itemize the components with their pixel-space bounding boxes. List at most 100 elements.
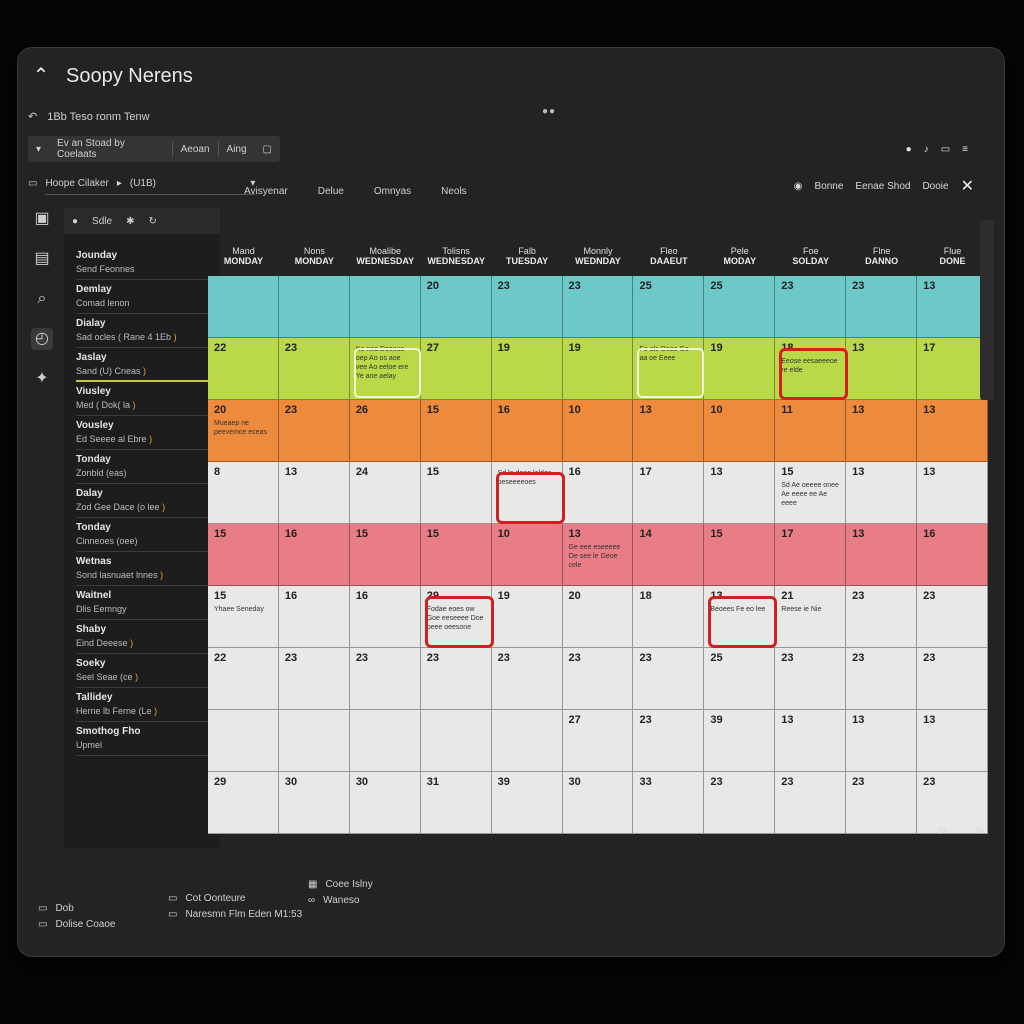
sidebar-item[interactable]: Tonday Zonbld (eas) bbox=[76, 450, 216, 484]
toolbar-item-1[interactable]: Aeoan bbox=[173, 144, 218, 155]
footer-item[interactable]: Dolise Coaoe bbox=[55, 919, 115, 930]
calendar-cell[interactable] bbox=[349, 276, 421, 338]
calendar-cell[interactable]: 23 bbox=[775, 648, 847, 710]
calendar-cell[interactable]: 13 bbox=[846, 338, 918, 400]
message-icon[interactable]: ▤ bbox=[31, 248, 53, 270]
calendar-cell[interactable]: 23 bbox=[704, 772, 776, 834]
event-note[interactable]: Mueaep ne peevemce eceas bbox=[214, 419, 272, 437]
tab-1[interactable]: Delue bbox=[318, 186, 344, 197]
calendar-cell[interactable]: 19 bbox=[491, 586, 563, 648]
calendar-cell[interactable]: 23 bbox=[846, 586, 918, 648]
calendar-cell[interactable]: 23 bbox=[278, 400, 350, 462]
calendar-cell[interactable] bbox=[349, 710, 421, 772]
right-tool-0[interactable]: Bonne bbox=[814, 181, 843, 192]
sidebar-item[interactable]: Dalay Zod Gee Dace (o lee ) bbox=[76, 484, 216, 518]
mic-icon[interactable]: ♪ bbox=[924, 144, 929, 155]
calendar-cell[interactable]: 33 bbox=[633, 772, 705, 834]
calendar-cell[interactable]: 23 bbox=[491, 648, 563, 710]
calendar-cell[interactable]: 15 bbox=[420, 400, 492, 462]
scrollbar[interactable] bbox=[980, 220, 994, 400]
clock-icon[interactable]: ◴ bbox=[31, 328, 53, 350]
calendar-cell[interactable]: 10 bbox=[704, 400, 776, 462]
calendar-cell[interactable]: 13 bbox=[633, 400, 705, 462]
toolbar-item-0[interactable]: Ev an Stoad by Coelaats bbox=[49, 138, 172, 160]
calendar-cell[interactable]: 23 bbox=[917, 648, 988, 710]
calendar-cell[interactable]: 22 bbox=[208, 338, 279, 400]
calendar-cell[interactable]: 16 bbox=[278, 524, 350, 586]
footer-item[interactable]: Cot Oonteure bbox=[185, 893, 245, 904]
refresh-icon[interactable]: ↻ bbox=[148, 216, 156, 227]
calendar-cell[interactable]: 15 bbox=[704, 524, 776, 586]
day-header[interactable]: Falb TUESDAY bbox=[492, 246, 563, 266]
footer-item[interactable]: Waneso bbox=[323, 895, 359, 906]
right-tool-2[interactable]: Dooie bbox=[922, 181, 948, 192]
calendar-cell[interactable]: 23 bbox=[278, 648, 350, 710]
copy-icon[interactable]: ▢ bbox=[255, 144, 280, 155]
calendar-cell[interactable]: 15 bbox=[420, 462, 492, 524]
menu-icon[interactable]: ≡ bbox=[962, 144, 968, 155]
calendar-cell[interactable]: 13 bbox=[846, 400, 918, 462]
day-header[interactable]: Flue DONE bbox=[917, 246, 988, 266]
calendar-cell[interactable]: 13 bbox=[775, 710, 847, 772]
calendar-cell[interactable]: 23 bbox=[562, 648, 634, 710]
calendar-cell[interactable]: 23 bbox=[420, 648, 492, 710]
day-header[interactable]: Monnly WEDNDAY bbox=[563, 246, 634, 266]
calendar-cell[interactable]: 30 bbox=[562, 772, 634, 834]
calendar-cell[interactable]: 15 bbox=[349, 524, 421, 586]
calendar-cell[interactable]: 20 bbox=[562, 586, 634, 648]
event-note[interactable]: Yhaee Seneday bbox=[214, 605, 272, 614]
record-icon[interactable]: ● bbox=[906, 144, 912, 155]
calendar-cell[interactable]: 23 bbox=[562, 276, 634, 338]
calendar-cell[interactable]: 23 bbox=[846, 276, 918, 338]
event-note[interactable]: Ge eee eseeeee Oe see le Geoe cele bbox=[569, 543, 627, 570]
footer-item[interactable]: Dob bbox=[55, 903, 73, 914]
calendar-cell[interactable]: 16 bbox=[562, 462, 634, 524]
calendar-cell[interactable]: 17 bbox=[633, 462, 705, 524]
sparkle-icon[interactable]: ✱ bbox=[126, 216, 134, 227]
calendar-cell[interactable]: 16 bbox=[278, 586, 350, 648]
calendar-cell[interactable]: 25 bbox=[704, 276, 776, 338]
image-icon[interactable]: ▣ bbox=[31, 208, 53, 230]
calendar-cell[interactable] bbox=[491, 710, 563, 772]
calendar-cell[interactable]: 39 bbox=[704, 710, 776, 772]
right-tool-1[interactable]: Eenae Shod bbox=[855, 181, 910, 192]
day-header[interactable]: Tolisns WEDNESDAY bbox=[421, 246, 492, 266]
footer-item[interactable]: Naresmn Flm Eden M1:53 bbox=[185, 909, 302, 920]
calendar-cell[interactable]: 15 Yhaee Seneday bbox=[208, 586, 279, 648]
calendar-cell[interactable]: 13 bbox=[917, 276, 988, 338]
event-note[interactable]: Reese ie Nie bbox=[781, 605, 839, 614]
calendar-cell[interactable]: 23 bbox=[278, 338, 350, 400]
calendar-cell[interactable]: 13 bbox=[917, 400, 988, 462]
chat-icon[interactable]: ▭ bbox=[28, 178, 37, 189]
calendar-cell[interactable]: 20 Mueaep ne peevemce eceas bbox=[208, 400, 279, 462]
toggle-icon[interactable]: ● bbox=[72, 216, 78, 227]
calendar-cell[interactable]: 14 bbox=[633, 524, 705, 586]
calendar-cell[interactable]: 19 bbox=[491, 338, 563, 400]
calendar-cell[interactable]: 13 bbox=[704, 462, 776, 524]
day-header[interactable]: Flne DANNO bbox=[846, 246, 917, 266]
sidebar-item[interactable]: Waitnel Dlis Eemngy bbox=[76, 586, 216, 620]
calendar-cell[interactable]: 16 bbox=[349, 586, 421, 648]
calendar-cell[interactable]: 23 bbox=[633, 710, 705, 772]
calendar-cell[interactable]: 25 bbox=[633, 276, 705, 338]
day-header[interactable]: Fleo DAAEUT bbox=[633, 246, 704, 266]
calendar-cell[interactable]: 31 bbox=[420, 772, 492, 834]
calendar-cell[interactable]: 27 bbox=[562, 710, 634, 772]
tab-2[interactable]: Omnyas bbox=[374, 186, 411, 197]
calendar-cell[interactable]: 13 bbox=[278, 462, 350, 524]
tab-3[interactable]: Neols bbox=[441, 186, 467, 197]
calendar-cell[interactable]: 22 bbox=[208, 648, 279, 710]
calendar-cell[interactable]: 13 bbox=[917, 710, 988, 772]
day-header[interactable]: Foe SOLDAY bbox=[775, 246, 846, 266]
play-icon[interactable]: ▷ bbox=[940, 825, 947, 836]
calendar-cell[interactable]: 25 bbox=[704, 648, 776, 710]
sidebar-item[interactable]: Dialay Sad ocles ( Rane 4 1Eb ) bbox=[76, 314, 216, 348]
sidebar-item[interactable]: Jaslay Sand (U) Cneas ) bbox=[76, 348, 216, 382]
calendar-cell[interactable]: 10 bbox=[562, 400, 634, 462]
event-note[interactable]: Sd Ae oeeee onee Ae eeee ee Ae eeee bbox=[781, 481, 839, 508]
calendar-cell[interactable]: 15 bbox=[208, 524, 279, 586]
calendar-cell[interactable]: 13 bbox=[846, 462, 918, 524]
calendar-cell[interactable]: 17 bbox=[917, 338, 988, 400]
calendar-cell[interactable]: 23 bbox=[846, 648, 918, 710]
calendar-cell[interactable]: 13 Ge eee eseeeee Oe see le Geoe cele bbox=[562, 524, 634, 586]
